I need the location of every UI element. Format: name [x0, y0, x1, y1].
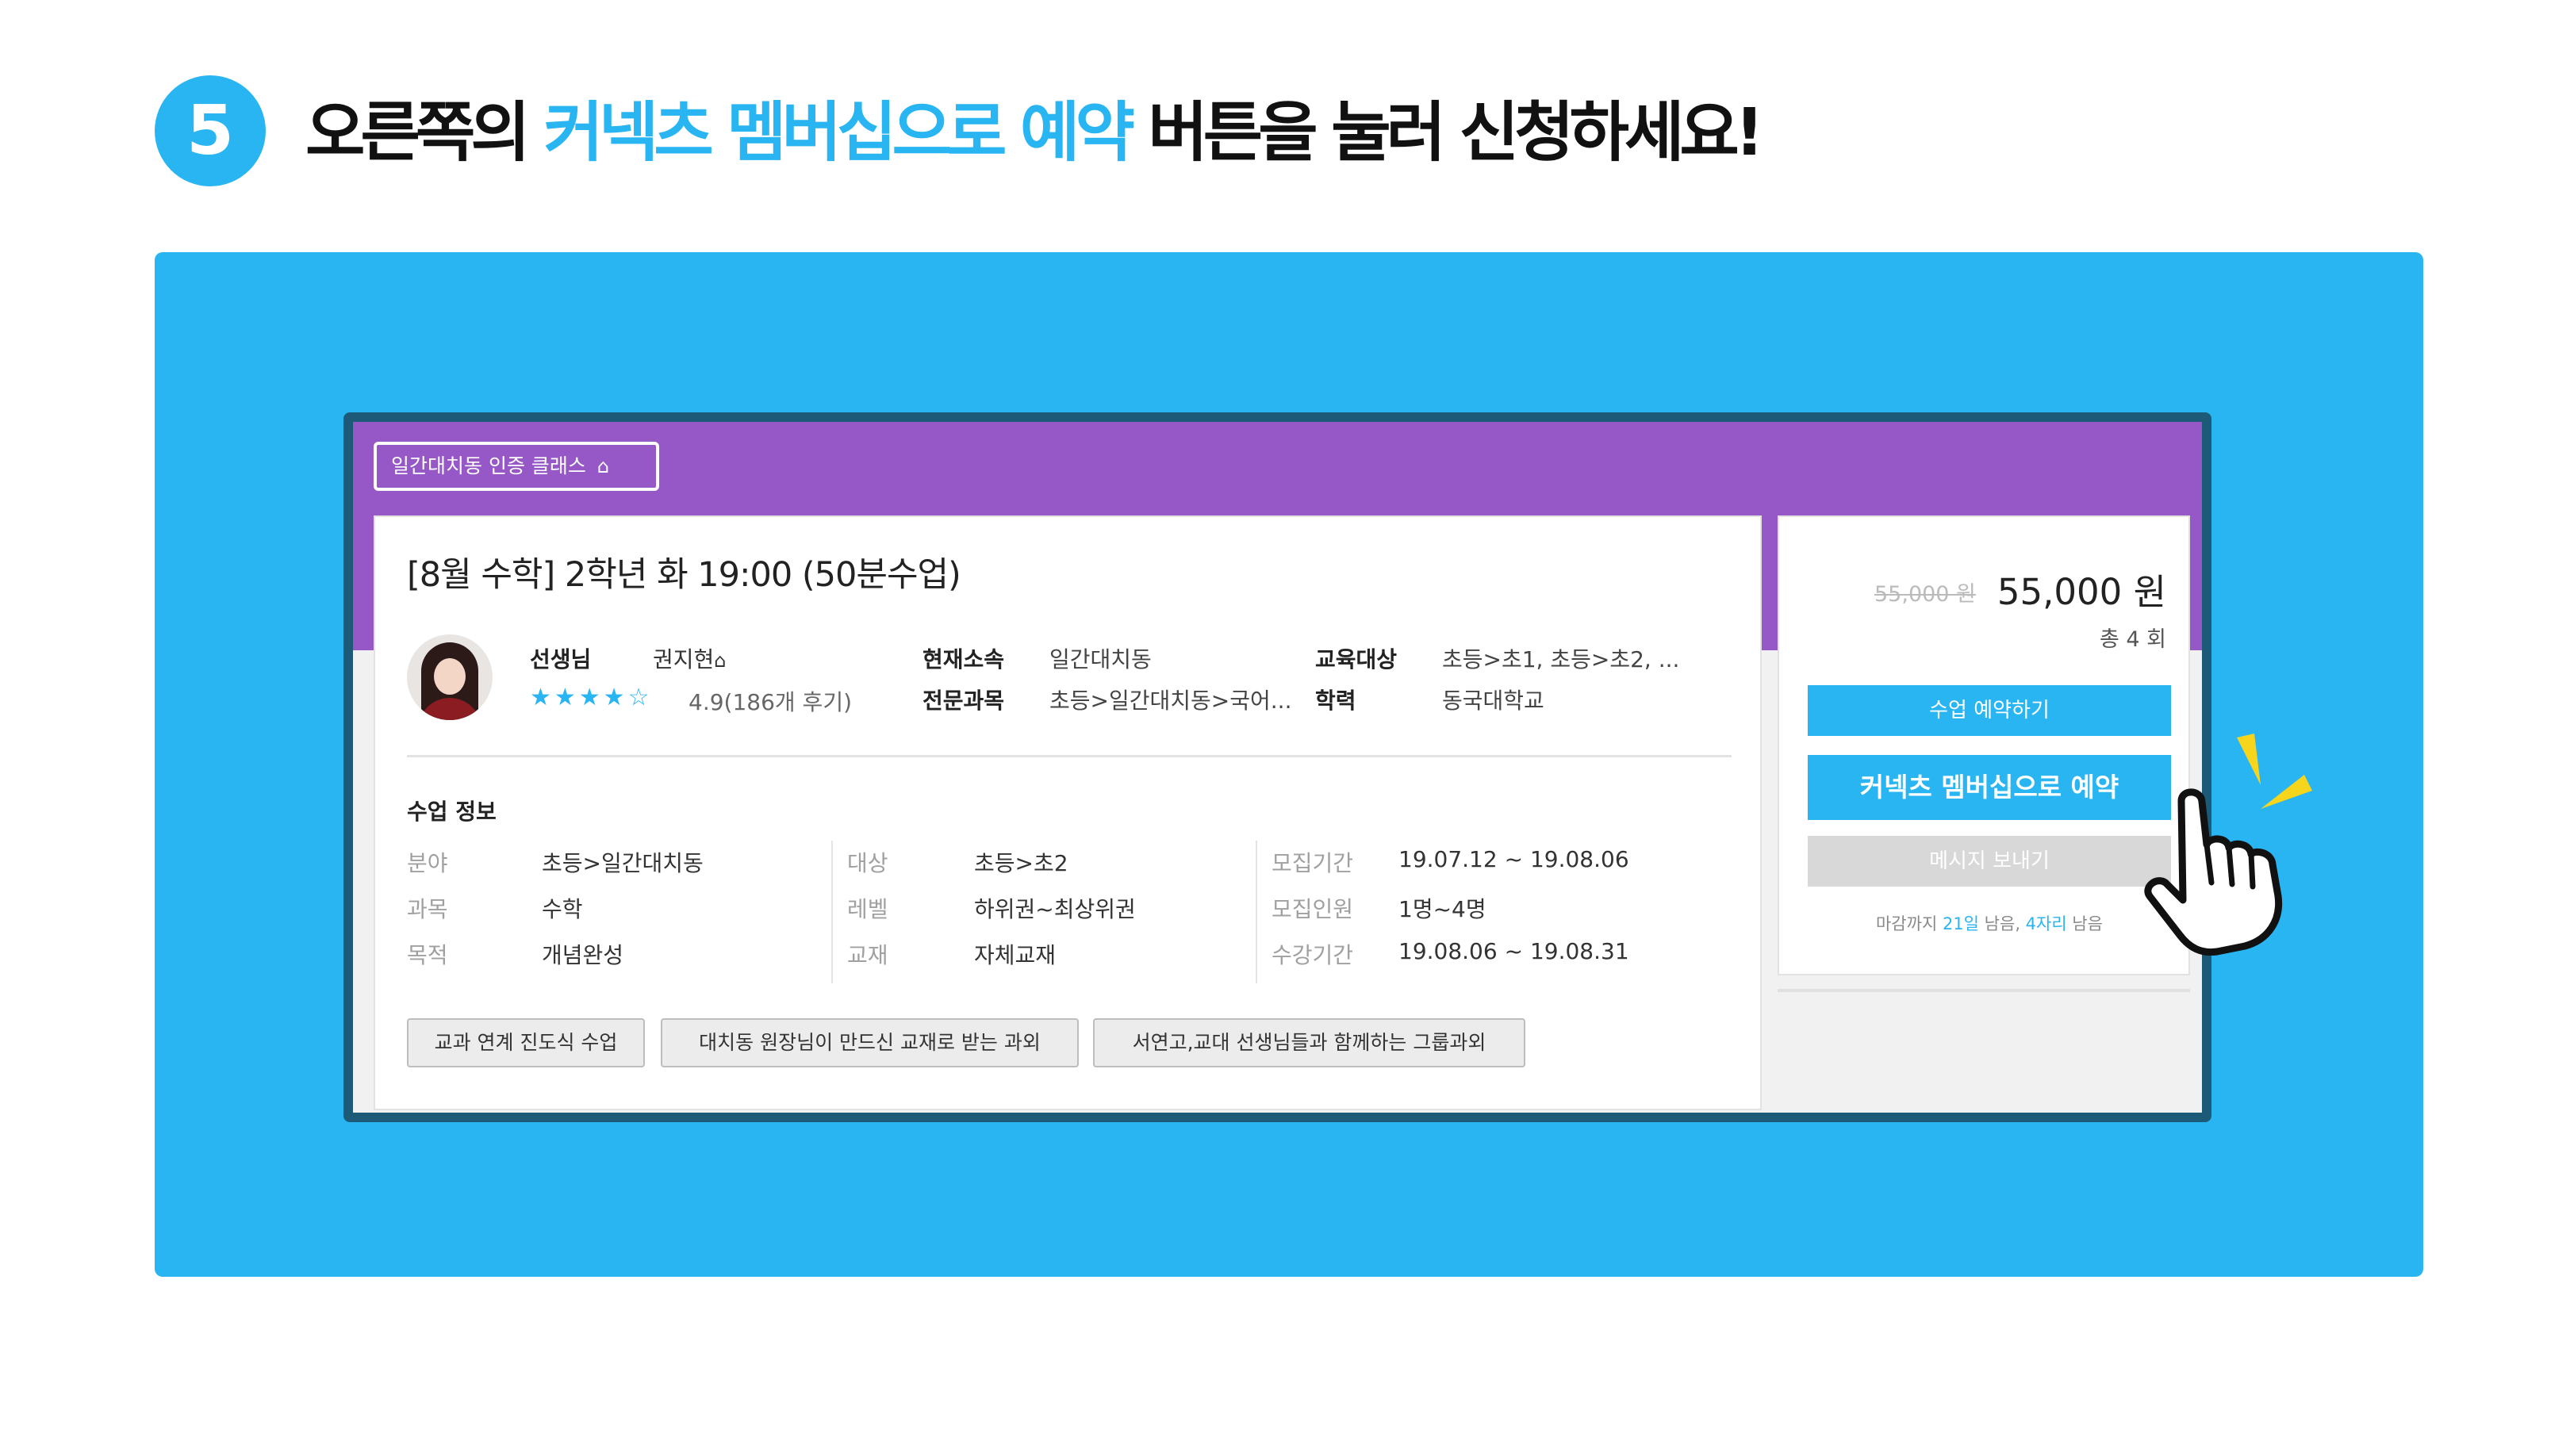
rating-stars: ★★★★☆ — [530, 684, 653, 711]
subject-field-label: 과목 — [407, 896, 448, 922]
pointing-hand-icon — [2144, 734, 2312, 956]
field-label: 분야 — [407, 850, 448, 876]
headline-text-2: 버튼을 눌러 신청하세요! — [1130, 95, 1764, 171]
class-title: [8월 수학] 2학년 화 19:00 (50분수업) — [407, 555, 961, 595]
price: 55,000 원 — [1997, 571, 2166, 613]
seats-left: 4자리 — [2025, 914, 2067, 933]
textbook-value: 자체교재 — [974, 942, 1057, 968]
teacher-label: 선생님 — [530, 646, 592, 672]
education-value: 동국대학교 — [1442, 688, 1544, 714]
home-icon: ⌂ — [596, 455, 610, 477]
spark-icon — [2261, 775, 2312, 809]
class-page-screenshot: 일간대치동 인증 클래스 ⌂ [8월 수학] 2학년 화 19:00 (50분수업… — [343, 412, 2211, 1122]
level-value: 하위권~최상위권 — [974, 896, 1136, 922]
level-label: 레벨 — [847, 896, 888, 922]
subject-field-value: 수학 — [542, 896, 583, 922]
tag-chip[interactable]: 서연고,교대 선생님들과 함께하는 그룹과외 — [1093, 1018, 1525, 1067]
target-value: 초등>초1, 초등>초2, ... — [1442, 646, 1680, 672]
section-divider — [407, 755, 1732, 757]
recruit-period-label: 모집기간 — [1272, 850, 1354, 876]
recruit-period-value: 19.07.12 ~ 19.08.06 — [1398, 846, 1629, 872]
subject-label: 전문과목 — [923, 688, 1005, 714]
class-detail-card: [8월 수학] 2학년 화 19:00 (50분수업) 선생님 권지현⌂ ★★★… — [374, 515, 1762, 1110]
step-number-badge: 5 — [155, 75, 266, 186]
course-period-value: 19.08.06 ~ 19.08.31 — [1398, 938, 1629, 964]
class-info-title: 수업 정보 — [407, 799, 497, 825]
column-divider — [1256, 841, 1257, 983]
spark-icon — [2237, 734, 2261, 785]
certified-class-badge[interactable]: 일간대치동 인증 클래스 ⌂ — [374, 442, 659, 491]
certified-class-label: 일간대치동 인증 클래스 — [391, 454, 586, 477]
membership-reserve-button[interactable]: 커넥츠 멤버십으로 예약 — [1808, 755, 2171, 820]
reserve-class-button[interactable]: 수업 예약하기 — [1808, 685, 2171, 736]
booking-sidebar: 55,000 원 55,000 원 총 4 회 수업 예약하기 커넥츠 멤버십으… — [1778, 515, 2190, 975]
teacher-avatar[interactable] — [407, 634, 493, 720]
column-divider — [831, 841, 833, 983]
purpose-value: 개념완성 — [542, 942, 624, 968]
course-period-label: 수강기간 — [1272, 942, 1354, 968]
days-left: 21일 — [1942, 914, 1979, 933]
textbook-label: 교재 — [847, 942, 888, 968]
audience-label: 대상 — [847, 850, 888, 876]
affiliation-value: 일간대치동 — [1049, 646, 1152, 672]
deadline-notice: 마감까지 21일 남음, 4자리 남음 — [1875, 914, 2104, 933]
headline-highlight: 커넥츠 멤버십으로 예약 — [543, 95, 1134, 171]
target-label: 교육대상 — [1315, 646, 1398, 672]
purpose-label: 목적 — [407, 942, 448, 968]
sidebar-bottom-rule — [1778, 989, 2190, 992]
send-message-button[interactable]: 메시지 보내기 — [1808, 836, 2171, 887]
headline-text-1: 오른쪽의 — [305, 95, 544, 171]
rating-summary[interactable]: 4.9(186개 후기) — [689, 685, 852, 717]
home-icon: ⌂ — [714, 649, 727, 672]
field-value: 초등>일간대치동 — [542, 850, 704, 876]
tag-chip[interactable]: 교과 연계 진도식 수업 — [407, 1018, 645, 1067]
capacity-value: 1명~4명 — [1398, 896, 1486, 922]
audience-value: 초등>초2 — [974, 850, 1068, 876]
session-count: 총 4 회 — [2099, 627, 2166, 652]
instruction-headline: 오른쪽의 커넥츠 멤버십으로 예약 버튼을 눌러 신청하세요! — [305, 86, 1764, 181]
original-price: 55,000 원 — [1874, 582, 1976, 607]
teacher-name[interactable]: 권지현⌂ — [653, 642, 727, 674]
tag-chip[interactable]: 대치동 원장님이 만드신 교재로 받는 과외 — [661, 1018, 1079, 1067]
affiliation-label: 현재소속 — [923, 646, 1005, 672]
education-label: 학력 — [1315, 688, 1356, 714]
capacity-label: 모집인원 — [1272, 896, 1354, 922]
subject-value: 초등>일간대치동>국어... — [1049, 688, 1292, 714]
